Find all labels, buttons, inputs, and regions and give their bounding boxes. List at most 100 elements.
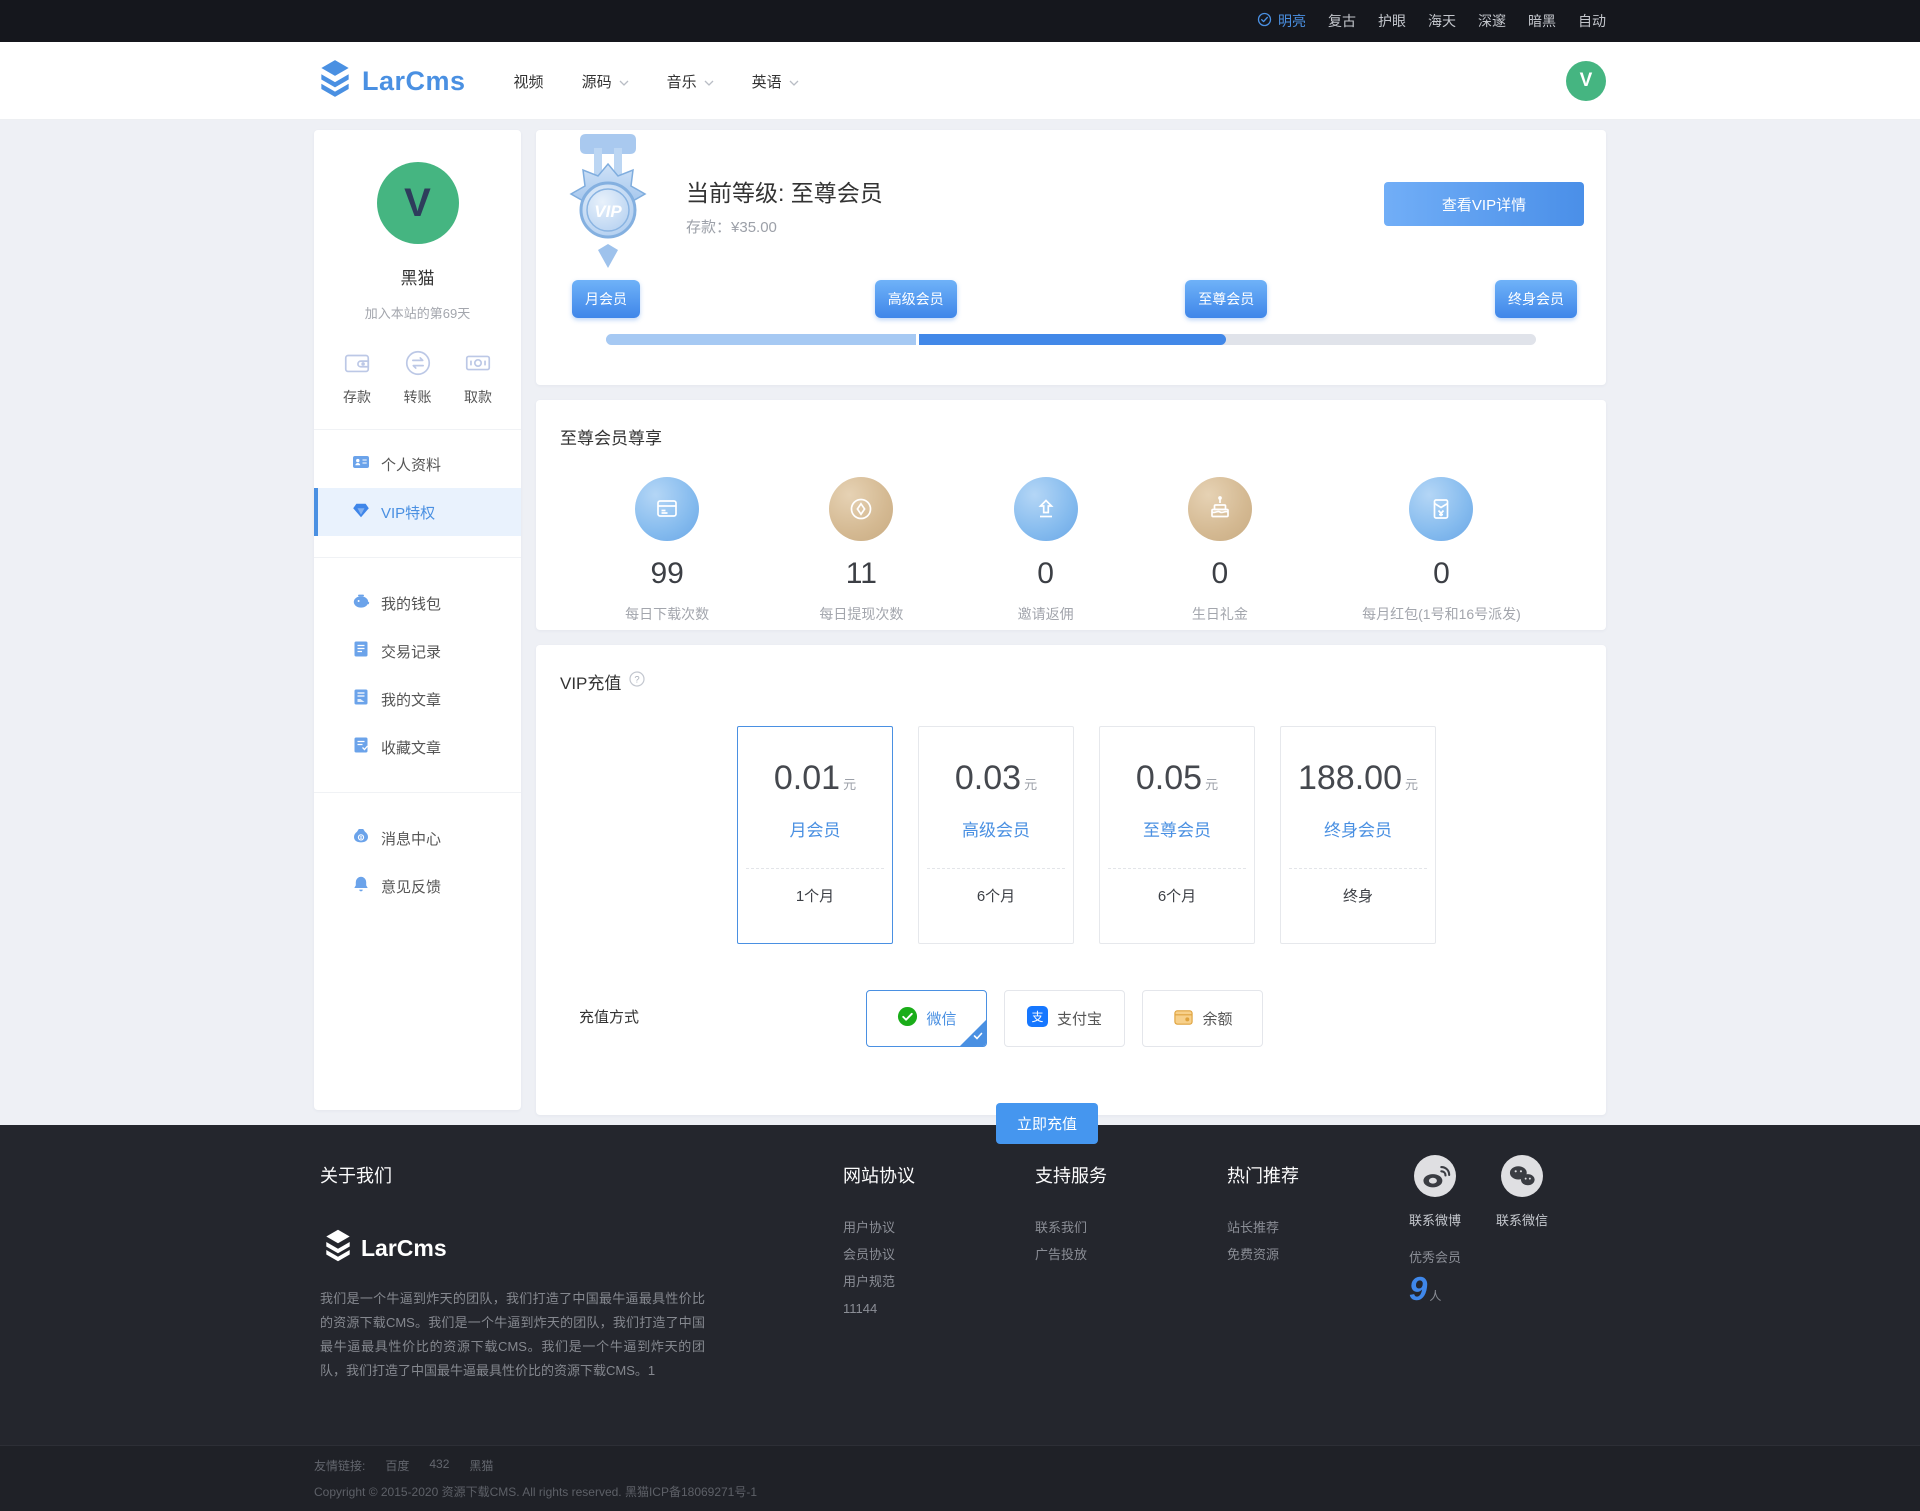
stat-birthday-gift: 0 生日礼金	[1187, 477, 1252, 624]
theme-option-auto[interactable]: 自动	[1578, 11, 1606, 31]
invite-upload-icon	[1013, 477, 1078, 541]
level-progress-tick	[916, 334, 920, 345]
svg-text:?: ?	[635, 674, 640, 685]
chevron-down-icon	[704, 73, 714, 90]
plan-supreme[interactable]: 0.05 元 至尊会员 6个月	[1099, 726, 1255, 944]
vip-medal-icon: VIP	[558, 134, 658, 279]
footer-col-support-title: 支持服务	[1035, 1166, 1107, 1186]
nav-item-source[interactable]: 源码	[582, 71, 629, 92]
footer-link-11144[interactable]: 11144	[843, 1295, 915, 1322]
copyright-text: Copyright © 2015-2020 资源下载CMS. All right…	[314, 1485, 758, 1499]
footer-link-free-resources[interactable]: 免费资源	[1227, 1241, 1299, 1268]
plan-list: 0.01 元 月会员 1个月 0.03 元 高级会员 6个月 0.05 元 至尊会员	[737, 726, 1606, 944]
view-vip-detail-button[interactable]: 查看VIP详情	[1384, 182, 1584, 226]
stat-daily-downloads: 99 每日下载次数	[625, 477, 709, 624]
deposit-button[interactable]: 存款	[342, 348, 372, 407]
svg-text:支: 支	[1032, 1010, 1044, 1024]
sidebar-item-messages[interactable]: 消息中心	[314, 814, 521, 862]
sidebar-item-transactions[interactable]: 交易记录	[314, 627, 521, 675]
excellent-member-count: 9	[1409, 1270, 1428, 1307]
nav-item-video[interactable]: 视频	[514, 71, 544, 92]
balance-wallet-icon	[1173, 1006, 1194, 1031]
footer-link-user-rules[interactable]: 用户规范	[843, 1268, 915, 1295]
alipay-icon: 支	[1027, 1006, 1048, 1031]
money-bag-icon	[352, 827, 370, 849]
sidebar-item-vip[interactable]: VIP特权	[314, 488, 521, 536]
logo-layers-icon	[314, 58, 356, 105]
wallet-quick-actions: 存款 转账 取款	[314, 348, 521, 407]
pay-method-balance[interactable]: 余额	[1142, 990, 1264, 1047]
footer-link-advertise[interactable]: 广告投放	[1035, 1241, 1107, 1268]
ledger-icon	[352, 640, 370, 662]
sidebar-item-feedback[interactable]: 意见反馈	[314, 862, 521, 910]
main-nav: 视频 源码 音乐 英语	[514, 71, 799, 92]
footer-link-contact-us[interactable]: 联系我们	[1035, 1214, 1107, 1241]
chevron-down-icon	[789, 73, 799, 90]
site-footer: 关于我们 LarCms 我们是一个牛逼到炸天的团队，我们打造了中国最牛逼最具性价…	[0, 1125, 1920, 1445]
brand-logo[interactable]: LarCms	[314, 58, 466, 105]
transfer-button[interactable]: 转账	[403, 348, 433, 407]
current-level-title: 当前等级: 至尊会员	[686, 180, 883, 206]
sidebar-item-profile[interactable]: 个人资料	[314, 440, 521, 488]
footer-brand-logo[interactable]: LarCms	[320, 1228, 705, 1269]
friend-link-heimao[interactable]: 黑猫	[469, 1457, 493, 1474]
excellent-member-label: 优秀会员	[1409, 1250, 1462, 1265]
theme-option-dark[interactable]: 暗黑	[1528, 11, 1556, 31]
sidebar-item-favorites[interactable]: 收藏文章	[314, 723, 521, 771]
footer-link-member-agreement[interactable]: 会员协议	[843, 1241, 915, 1268]
wallet-icon	[342, 348, 372, 378]
divider	[314, 557, 521, 558]
svg-text:VIP: VIP	[594, 202, 622, 221]
benefits-title: 至尊会员尊享	[560, 429, 662, 448]
selected-corner-check-icon	[960, 1020, 987, 1046]
user-avatar[interactable]: V	[1566, 61, 1606, 101]
birthday-cake-icon	[1187, 477, 1252, 541]
plan-premium[interactable]: 0.03 元 高级会员 6个月	[918, 726, 1074, 944]
theme-label: 明亮	[1278, 13, 1306, 29]
level-chip-premium: 高级会员	[874, 280, 957, 318]
footer-bottom-bar: 友情链接: 百度 432 黑猫 Copyright © 2015-2020 资源…	[0, 1445, 1920, 1511]
withdraw-button[interactable]: 取款	[463, 348, 493, 407]
friend-links-label: 友情链接:	[314, 1459, 366, 1473]
plan-lifetime[interactable]: 188.00 元 终身会员 终身	[1280, 726, 1436, 944]
friend-link-432[interactable]: 432	[429, 1457, 449, 1474]
theme-option-deep[interactable]: 深邃	[1478, 11, 1506, 31]
footer-weibo-contact[interactable]: 联系微博	[1409, 1155, 1461, 1229]
check-circle-icon	[1257, 12, 1272, 30]
theme-topbar: 明亮 复古 护眼 海天 深邃 暗黑 自动	[0, 0, 1920, 42]
footer-link-webmaster-picks[interactable]: 站长推荐	[1227, 1214, 1299, 1241]
plan-month[interactable]: 0.01 元 月会员 1个月	[737, 726, 893, 944]
vip-benefits-card: 至尊会员尊享 99 每日下载次数 11 每日提现次数 0 邀请返佣 0 生日礼金…	[536, 400, 1606, 630]
sidebar-item-articles[interactable]: 我的文章	[314, 675, 521, 723]
bell-icon	[352, 875, 370, 897]
wechat-pay-icon	[897, 1006, 918, 1031]
footer-col-hot-title: 热门推荐	[1227, 1166, 1299, 1186]
piggy-bank-icon	[352, 592, 370, 614]
divider	[314, 792, 521, 793]
theme-option-bright[interactable]: 明亮	[1257, 11, 1306, 31]
wechat-icon	[1501, 1155, 1544, 1201]
logo-layers-icon	[320, 1228, 356, 1269]
nav-item-music[interactable]: 音乐	[667, 71, 714, 92]
id-card-icon	[352, 453, 370, 475]
sidebar-avatar[interactable]: V	[376, 162, 459, 244]
friend-link-baidu[interactable]: 百度	[385, 1457, 409, 1474]
sidebar-item-wallet[interactable]: 我的钱包	[314, 579, 521, 627]
footer-wechat-contact[interactable]: 联系微信	[1496, 1155, 1548, 1229]
red-envelope-icon	[1409, 477, 1474, 541]
theme-option-eyecare[interactable]: 护眼	[1378, 11, 1406, 31]
withdraw-diamond-icon	[829, 477, 894, 541]
footer-link-user-agreement[interactable]: 用户协议	[843, 1214, 915, 1241]
theme-option-sea[interactable]: 海天	[1428, 11, 1456, 31]
help-icon[interactable]: ?	[629, 671, 646, 692]
bookmark-doc-icon	[352, 736, 370, 758]
nav-item-english[interactable]: 英语	[752, 71, 799, 92]
level-progress-bar	[606, 334, 1536, 345]
stat-monthly-redpacket: 0 每月红包(1号和16号派发)	[1362, 477, 1521, 624]
pay-method-alipay[interactable]: 支 支付宝	[1004, 990, 1126, 1047]
level-chip-month: 月会员	[572, 280, 640, 318]
theme-option-retro[interactable]: 复古	[1328, 11, 1356, 31]
pay-method-wechat[interactable]: 微信	[866, 990, 988, 1047]
banknote-icon	[463, 348, 493, 378]
stat-invite-commission: 0 邀请返佣	[1013, 477, 1078, 624]
